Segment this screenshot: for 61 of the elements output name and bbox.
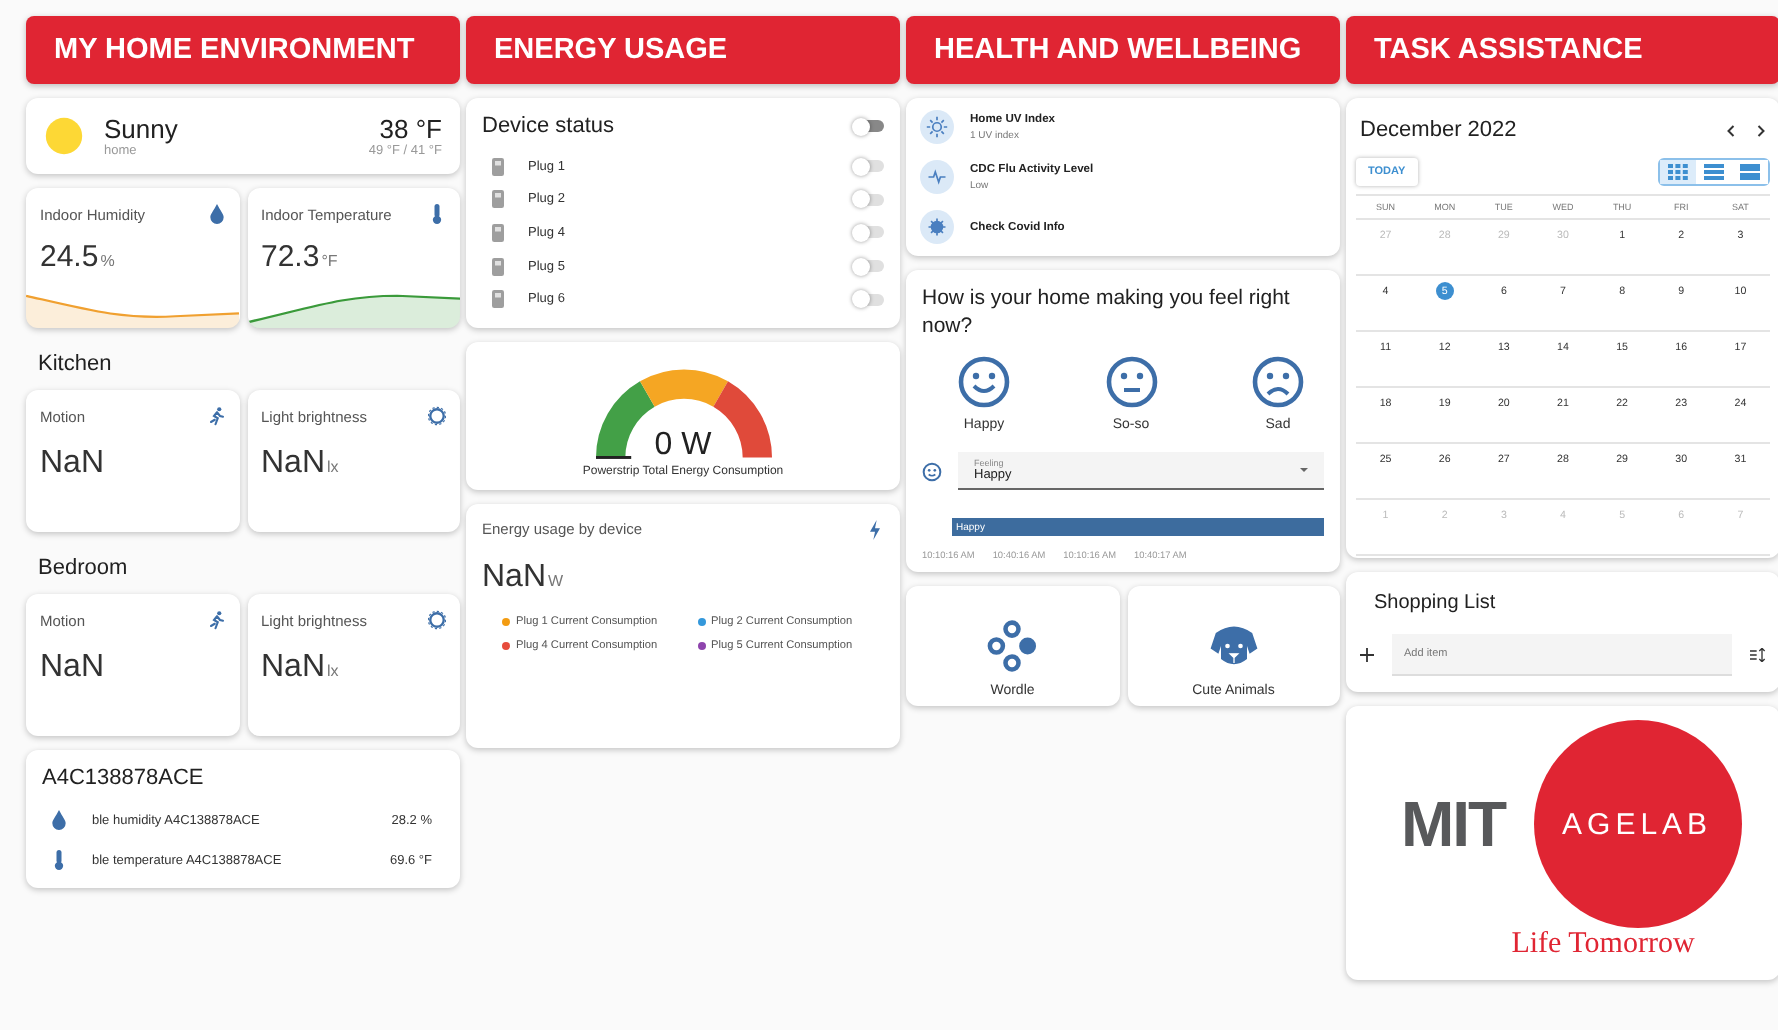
room-title: Bedroom	[36, 554, 130, 580]
toggle-switch[interactable]	[854, 226, 884, 239]
circles-icon	[986, 620, 1039, 673]
usage-value: NaN	[482, 559, 547, 596]
smiley-icon	[922, 461, 942, 482]
toggle-switch[interactable]	[854, 260, 884, 273]
caret-icon	[1300, 468, 1308, 473]
logo-tagline: Life Tomorrow	[1511, 928, 1695, 962]
section-header: ENERGY USAGE	[466, 16, 900, 84]
sensor-value: NaN	[40, 650, 105, 686]
grid-view-button[interactable]	[1660, 160, 1696, 184]
sensor-value: NaN	[40, 446, 105, 482]
logo-text: MIT	[1400, 787, 1506, 861]
gauge-value: 0 W	[654, 427, 712, 464]
gauge-needle	[595, 455, 631, 459]
sensor-value: 24.5	[40, 240, 99, 274]
water-drop-icon	[50, 810, 68, 830]
section-header: TASK ASSISTANCE	[1346, 16, 1778, 84]
sensor-unit: °F	[321, 252, 338, 270]
plug-icon	[492, 257, 504, 276]
sun-icon	[44, 116, 84, 156]
brightness-icon	[428, 406, 446, 426]
toggle-switch[interactable]	[854, 193, 884, 206]
running-person-icon	[207, 610, 225, 630]
card-title: Device status	[482, 114, 615, 138]
water-drop-icon	[207, 204, 225, 224]
sensor-value: NaN	[261, 446, 326, 482]
thermometer-icon	[50, 850, 68, 870]
mood-question: How is your home making you feel right now?	[922, 286, 1292, 341]
room-title: Kitchen	[36, 350, 114, 376]
weather-condition: Sunny	[104, 114, 180, 144]
chevron-left-icon[interactable]	[1726, 123, 1736, 137]
toggle-switch[interactable]	[854, 120, 884, 132]
sort-icon[interactable]	[1750, 648, 1766, 662]
logo-circle: AGELAB	[1533, 720, 1742, 928]
sun-icon	[920, 110, 954, 144]
usage-unit: W	[548, 571, 564, 590]
thermometer-icon	[428, 204, 446, 224]
running-person-icon	[207, 406, 225, 426]
plug-icon	[492, 190, 504, 209]
section-header: HEALTH AND WELLBEING	[906, 16, 1340, 84]
temperature-value: 38 °F	[379, 114, 442, 144]
toggle-switch[interactable]	[854, 293, 884, 306]
chevron-right-icon[interactable]	[1756, 123, 1766, 137]
section-header: MY HOME ENVIRONMENT	[26, 16, 460, 84]
plug-icon	[492, 290, 504, 309]
virus-icon	[920, 210, 954, 244]
plug-icon	[492, 157, 504, 176]
sensor-unit: lx	[327, 458, 339, 476]
lightning-icon	[866, 519, 884, 540]
sensor-value: 72.3	[261, 240, 320, 274]
card-title: Shopping List	[1372, 592, 1498, 614]
add-icon[interactable]	[1360, 648, 1374, 662]
brightness-icon	[428, 610, 446, 630]
sensor-unit: %	[100, 252, 115, 270]
toggle-switch[interactable]	[854, 160, 884, 173]
sensor-unit: lx	[327, 662, 339, 680]
plug-icon	[492, 223, 504, 242]
calendar-month: December 2022	[1360, 118, 1517, 142]
sensor-value: NaN	[261, 650, 326, 686]
device-name: A4C138878ACE	[42, 766, 206, 790]
